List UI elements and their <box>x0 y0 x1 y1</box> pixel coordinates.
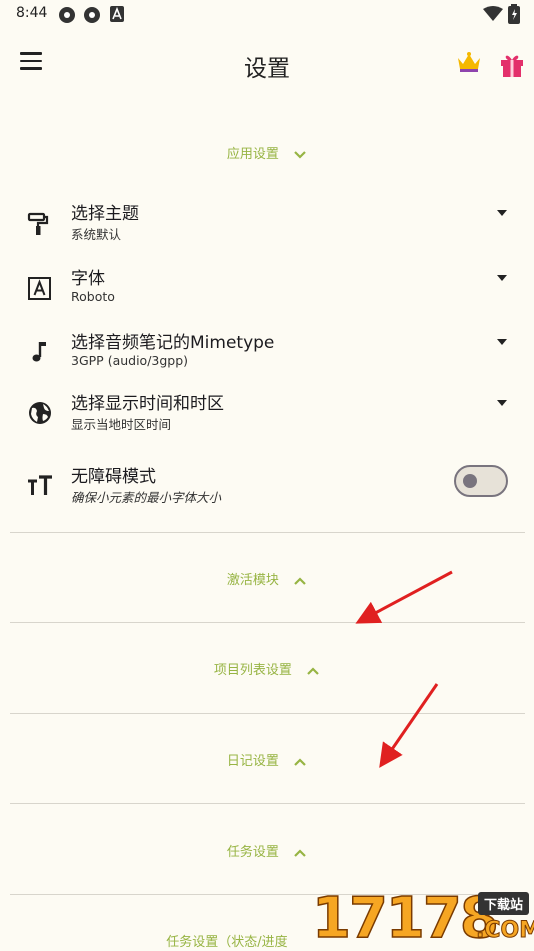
watermark-badge: 下载站 <box>478 892 530 915</box>
site-watermark: 17178 下载站 .COM <box>310 886 534 951</box>
annotation-arrows <box>355 570 453 768</box>
watermark-suffix: .COM <box>475 918 534 944</box>
red-arrow-icon <box>379 683 439 768</box>
watermark-number: 17178 <box>311 886 499 951</box>
red-arrow-icon <box>355 570 453 624</box>
